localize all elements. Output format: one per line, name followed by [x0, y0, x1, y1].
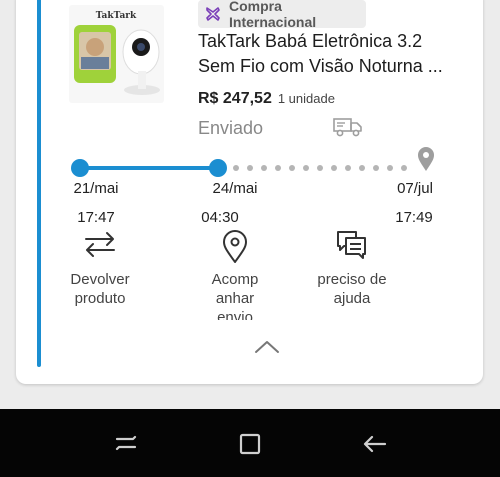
collapse-chevron-up-icon[interactable] [253, 339, 281, 355]
order-card[interactable]: TakTark Compra Internacional TakTark Bab… [16, 0, 483, 384]
timeline-date-3: 07/jul [397, 180, 433, 197]
need-help-label: preciso de ajuda [317, 271, 387, 307]
return-product-button[interactable]: Devolver produto [65, 230, 135, 308]
timeline-date-2: 24/mai [212, 180, 258, 197]
home-icon[interactable] [235, 429, 265, 459]
product-title-line-2: Sem Fio com Visão Noturna ... [198, 56, 443, 76]
brand-logo-text: TakTark [96, 11, 137, 21]
quantity: 1 unidade [277, 91, 335, 106]
timeline-time-2: 04:30 [201, 209, 239, 226]
international-purchase-badge: Compra Internacional [198, 0, 366, 30]
swap-arrows-icon [65, 230, 135, 266]
truck-icon [333, 116, 363, 138]
recent-apps-icon[interactable] [111, 429, 141, 459]
timeline-date-1: 21/mai [73, 180, 119, 197]
return-product-label: Devolver produto [70, 271, 130, 307]
price: R$ 247,52 [198, 90, 272, 107]
product-thumbnail[interactable]: TakTark [69, 5, 164, 103]
shipping-status: Enviado [198, 118, 264, 138]
product-title-line-1: TakTark Babá Eletrônica 3.2 [198, 31, 423, 51]
need-help-button[interactable]: preciso de ajuda [298, 230, 406, 308]
destination-pin-icon [418, 147, 434, 171]
airplane-icon [204, 5, 222, 23]
timeline-time-1: 17:47 [77, 209, 115, 226]
badge-label: Compra Internacional [229, 0, 317, 30]
product-title[interactable]: TakTark Babá Eletrônica 3.2 Sem Fio com … [198, 29, 483, 79]
system-navigation-bar [0, 409, 500, 477]
timeline-time-3: 17:49 [395, 209, 433, 226]
location-pin-icon [192, 230, 278, 266]
timeline-dot-2 [209, 159, 227, 177]
price-row: R$ 247,52 1 unidade [198, 90, 335, 108]
chat-icon [298, 230, 406, 266]
tracking-timeline [16, 140, 483, 180]
timeline-dot-1 [71, 159, 89, 177]
track-shipment-button[interactable]: Acomp anhar envio [192, 230, 278, 320]
back-icon[interactable] [360, 429, 390, 459]
timeline-pending-dots [233, 165, 407, 171]
track-shipment-label: Acomp anhar envio [211, 271, 259, 320]
card-accent-bar [37, 0, 41, 367]
